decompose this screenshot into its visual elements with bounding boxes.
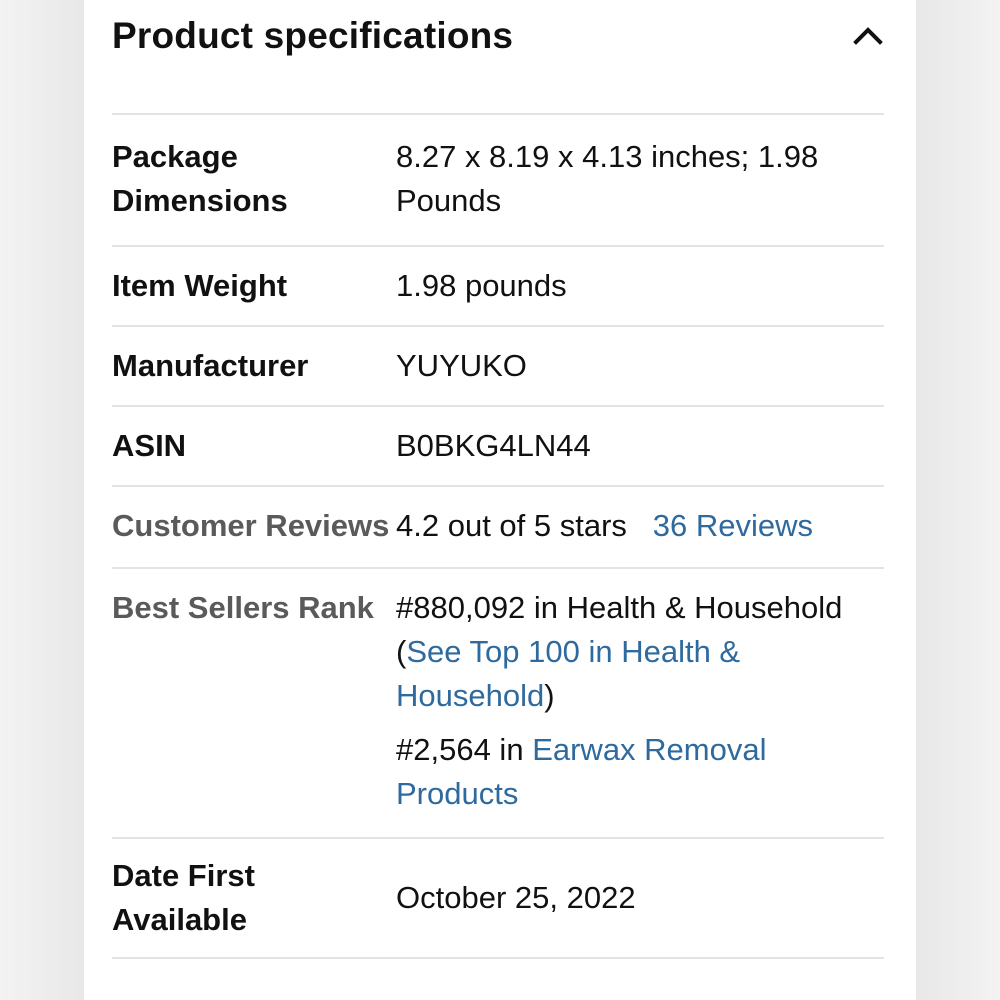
rank-text: #880,092 in Health & Household <box>396 590 843 625</box>
spec-value: October 25, 2022 <box>396 880 636 915</box>
spec-label: Package Dimensions <box>112 139 288 218</box>
rank-text: #2,564 in <box>396 732 524 767</box>
spec-row-item-weight: Item Weight 1.98 pounds <box>112 247 884 327</box>
rank-entry: #2,564 in Earwax Removal Products <box>396 728 844 816</box>
spec-label: Item Weight <box>112 268 288 303</box>
spec-label: Best Sellers Rank <box>112 590 374 625</box>
spec-label: ASIN <box>112 428 187 463</box>
section-header[interactable]: Product specifications <box>112 12 888 60</box>
spec-row-manufacturer: Manufacturer YUYUKO <box>112 327 884 407</box>
spec-label: Date First Available <box>112 858 255 937</box>
section-title: Product specifications <box>112 15 514 56</box>
spec-row-date-first-available: Date First Available October 25, 2022 <box>112 839 884 959</box>
spec-value: 8.27 x 8.19 x 4.13 inches; 1.98 Pounds <box>396 139 819 218</box>
spec-value: B0BKG4LN44 <box>396 428 591 463</box>
spec-row-asin: ASIN B0BKG4LN44 <box>112 407 884 487</box>
spec-value: 4.2 out of 5 stars 36 Reviews <box>396 504 884 548</box>
spec-value: #880,092 in Health & Household (See Top … <box>396 586 884 816</box>
rating-text: 4.2 out of 5 stars <box>396 508 627 543</box>
spec-value: 1.98 pounds <box>396 268 567 303</box>
chevron-up-icon <box>853 27 883 45</box>
spec-value: YUYUKO <box>396 348 527 383</box>
top-100-link[interactable]: See Top 100 in Health & Household <box>396 634 740 713</box>
background-right <box>916 0 1000 1000</box>
specs-table: Package Dimensions 8.27 x 8.19 x 4.13 in… <box>112 113 884 959</box>
spec-label: Manufacturer <box>112 348 309 383</box>
collapse-button[interactable] <box>848 16 888 56</box>
spec-row-best-sellers-rank: Best Sellers Rank #880,092 in Health & H… <box>112 569 884 839</box>
rank-entry: #880,092 in Health & Household (See Top … <box>396 590 843 713</box>
product-specifications-panel: Product specifications Package Dimension… <box>84 0 916 1000</box>
spec-row-package-dimensions: Package Dimensions 8.27 x 8.19 x 4.13 in… <box>112 115 884 247</box>
background-left <box>0 0 84 1000</box>
spec-row-customer-reviews: Customer Reviews 4.2 out of 5 stars 36 R… <box>112 487 884 569</box>
reviews-link[interactable]: 36 Reviews <box>653 508 813 543</box>
spec-label: Customer Reviews <box>112 508 390 543</box>
